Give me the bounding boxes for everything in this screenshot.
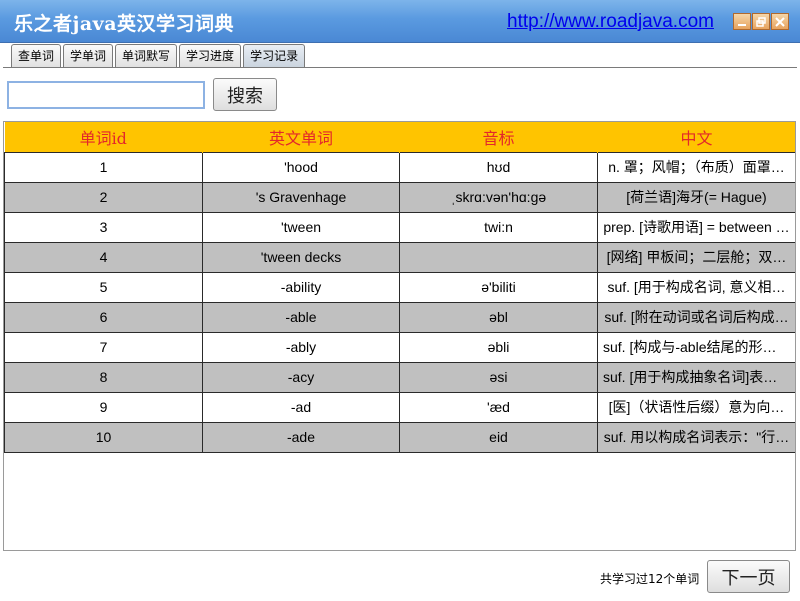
cell-chinese: prep. [诗歌用语] = between …	[597, 211, 795, 243]
table-row[interactable]: 3 'tween twi:n prep. [诗歌用语] = between …	[4, 211, 795, 243]
cell-chinese: suf. [附在动词或名词后构成…	[597, 301, 795, 333]
table-row[interactable]: 9 -ad 'æd [医]（状语性后缀）意为向…	[4, 391, 795, 423]
cell-chinese: suf. [构成与-able结尾的形容…	[597, 331, 795, 363]
minimize-icon[interactable]	[733, 13, 751, 30]
title-bar: 乐之者java英汉学习词典 http://www.roadjava.com	[0, 0, 800, 43]
cell-phonetic: eid	[399, 421, 598, 453]
search-input[interactable]	[7, 81, 205, 109]
cell-id: 9	[4, 391, 203, 423]
cell-chinese: suf. [用于构成名词, 意义相…	[597, 271, 795, 303]
cell-english: 'tween decks	[202, 241, 400, 273]
cell-phonetic: əbli	[399, 331, 598, 363]
table-row[interactable]: 5 -ability ə'biliti suf. [用于构成名词, 意义相…	[4, 271, 795, 303]
cell-id: 3	[4, 211, 203, 243]
cell-phonetic: ə'biliti	[399, 271, 598, 303]
cell-english: -able	[202, 301, 400, 333]
column-header-english[interactable]: 英文单词	[202, 122, 400, 152]
website-link[interactable]: http://www.roadjava.com	[507, 11, 714, 33]
table-row[interactable]: 6 -able əbl suf. [附在动词或名词后构成…	[4, 301, 795, 333]
cell-phonetic: əsi	[399, 361, 598, 393]
cell-english: 's Gravenhage	[202, 181, 400, 213]
cell-id: 10	[4, 421, 203, 453]
tab-dictation[interactable]: 单词默写	[115, 44, 178, 67]
column-header-chinese[interactable]: 中文	[597, 122, 795, 152]
tab-lookup-word[interactable]: 查单词	[11, 44, 62, 67]
word-history-table: 单词id 英文单词 音标 中文 1 'hood hʊd n. 罩；风帽；（布质）…	[3, 121, 796, 551]
cell-id: 1	[4, 151, 203, 183]
cell-english: -ad	[202, 391, 400, 423]
window-title: 乐之者java英汉学习词典	[14, 13, 235, 35]
cell-id: 8	[4, 361, 203, 393]
cell-english: -ade	[202, 421, 400, 453]
cell-phonetic: 'æd	[399, 391, 598, 423]
cell-id: 2	[4, 181, 203, 213]
window-controls	[733, 13, 789, 30]
cell-phonetic: twi:n	[399, 211, 598, 243]
cell-chinese: n. 罩；风帽；（布质）面罩…	[597, 151, 795, 183]
tab-learn-word[interactable]: 学单词	[63, 44, 114, 67]
table-row[interactable]: 4 'tween decks [网络] 甲板间；二层舱；双…	[4, 241, 795, 273]
cell-chinese: [荷兰语]海牙(= Hague)	[597, 181, 795, 213]
cell-chinese: suf. 用以构成名词表示："行…	[597, 421, 795, 453]
cell-id: 4	[4, 241, 203, 273]
cell-id: 6	[4, 301, 203, 333]
cell-phonetic: əbl	[399, 301, 598, 333]
cell-phonetic: ˌskrɑ:vən'hɑ:ɡə	[399, 181, 598, 213]
cell-phonetic	[399, 241, 598, 273]
table-row[interactable]: 8 -acy əsi suf. [用于构成抽象名词]表示…	[4, 361, 795, 393]
tab-divider	[3, 67, 797, 68]
table-row[interactable]: 10 -ade eid suf. 用以构成名词表示："行…	[4, 421, 795, 453]
cell-chinese: [医]（状语性后缀）意为向…	[597, 391, 795, 423]
cell-english: -ability	[202, 271, 400, 303]
column-header-id[interactable]: 单词id	[4, 122, 203, 152]
table-header-row: 单词id 英文单词 音标 中文	[4, 122, 795, 152]
cell-english: 'hood	[202, 151, 400, 183]
learned-count-label: 共学习过12个单词	[600, 572, 700, 586]
table-row[interactable]: 2 's Gravenhage ˌskrɑ:vən'hɑ:ɡə [荷兰语]海牙(…	[4, 181, 795, 213]
maximize-icon[interactable]	[752, 13, 770, 30]
cell-id: 5	[4, 271, 203, 303]
tab-history[interactable]: 学习记录	[243, 44, 306, 68]
cell-english: -acy	[202, 361, 400, 393]
tab-bar: 查单词 学单词 单词默写 学习进度 学习记录	[11, 44, 307, 68]
close-icon[interactable]	[771, 13, 789, 30]
cell-id: 7	[4, 331, 203, 363]
cell-english: -ably	[202, 331, 400, 363]
table-row[interactable]: 1 'hood hʊd n. 罩；风帽；（布质）面罩…	[4, 151, 795, 183]
cell-chinese: [网络] 甲板间；二层舱；双…	[597, 241, 795, 273]
cell-chinese: suf. [用于构成抽象名词]表示…	[597, 361, 795, 393]
next-page-button[interactable]: 下一页	[707, 560, 790, 593]
table-row[interactable]: 7 -ably əbli suf. [构成与-able结尾的形容…	[4, 331, 795, 363]
cell-english: 'tween	[202, 211, 400, 243]
cell-phonetic: hʊd	[399, 151, 598, 183]
search-button[interactable]: 搜索	[213, 78, 277, 111]
column-header-phonetic[interactable]: 音标	[399, 122, 598, 152]
tab-progress[interactable]: 学习进度	[179, 44, 242, 67]
